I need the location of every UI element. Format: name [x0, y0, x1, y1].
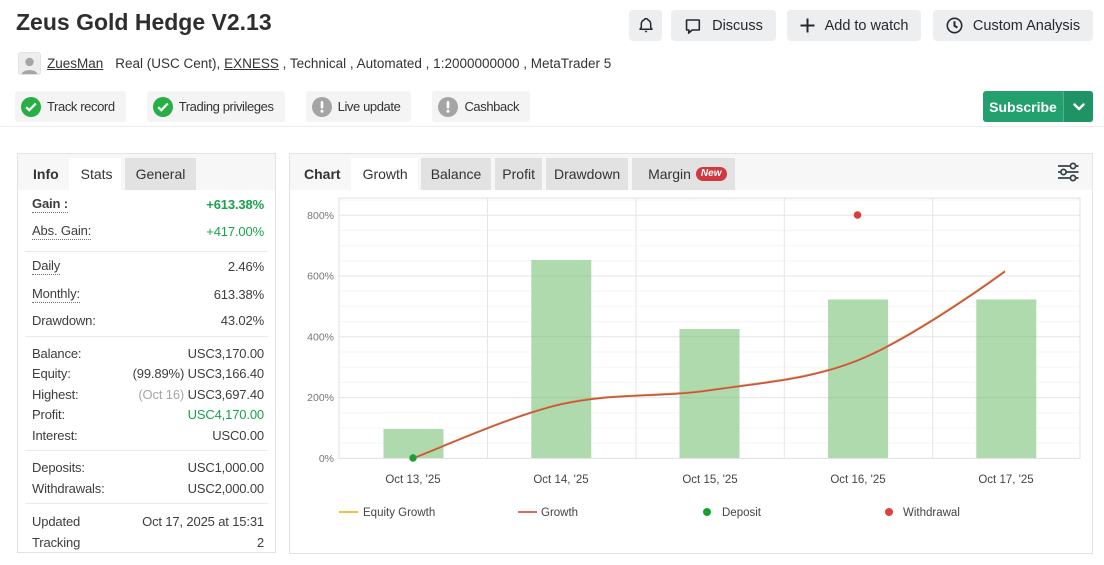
svg-text:0%: 0%: [319, 453, 334, 465]
svg-text:400%: 400%: [307, 331, 334, 343]
svg-text:Oct 17, '25: Oct 17, '25: [978, 474, 1033, 486]
svg-text:Withdrawal: Withdrawal: [903, 507, 960, 519]
svg-text:Deposit: Deposit: [722, 507, 762, 519]
svg-text:200%: 200%: [307, 392, 334, 404]
svg-text:600%: 600%: [307, 271, 334, 283]
svg-text:Oct 14, '25: Oct 14, '25: [533, 474, 588, 486]
svg-text:800%: 800%: [307, 210, 334, 222]
svg-text:Equity Growth: Equity Growth: [363, 507, 435, 519]
svg-text:Oct 13, '25: Oct 13, '25: [385, 474, 440, 486]
svg-text:Oct 16, '25: Oct 16, '25: [830, 474, 885, 486]
svg-text:Oct 15, '25: Oct 15, '25: [682, 474, 737, 486]
svg-text:Growth: Growth: [541, 507, 578, 519]
